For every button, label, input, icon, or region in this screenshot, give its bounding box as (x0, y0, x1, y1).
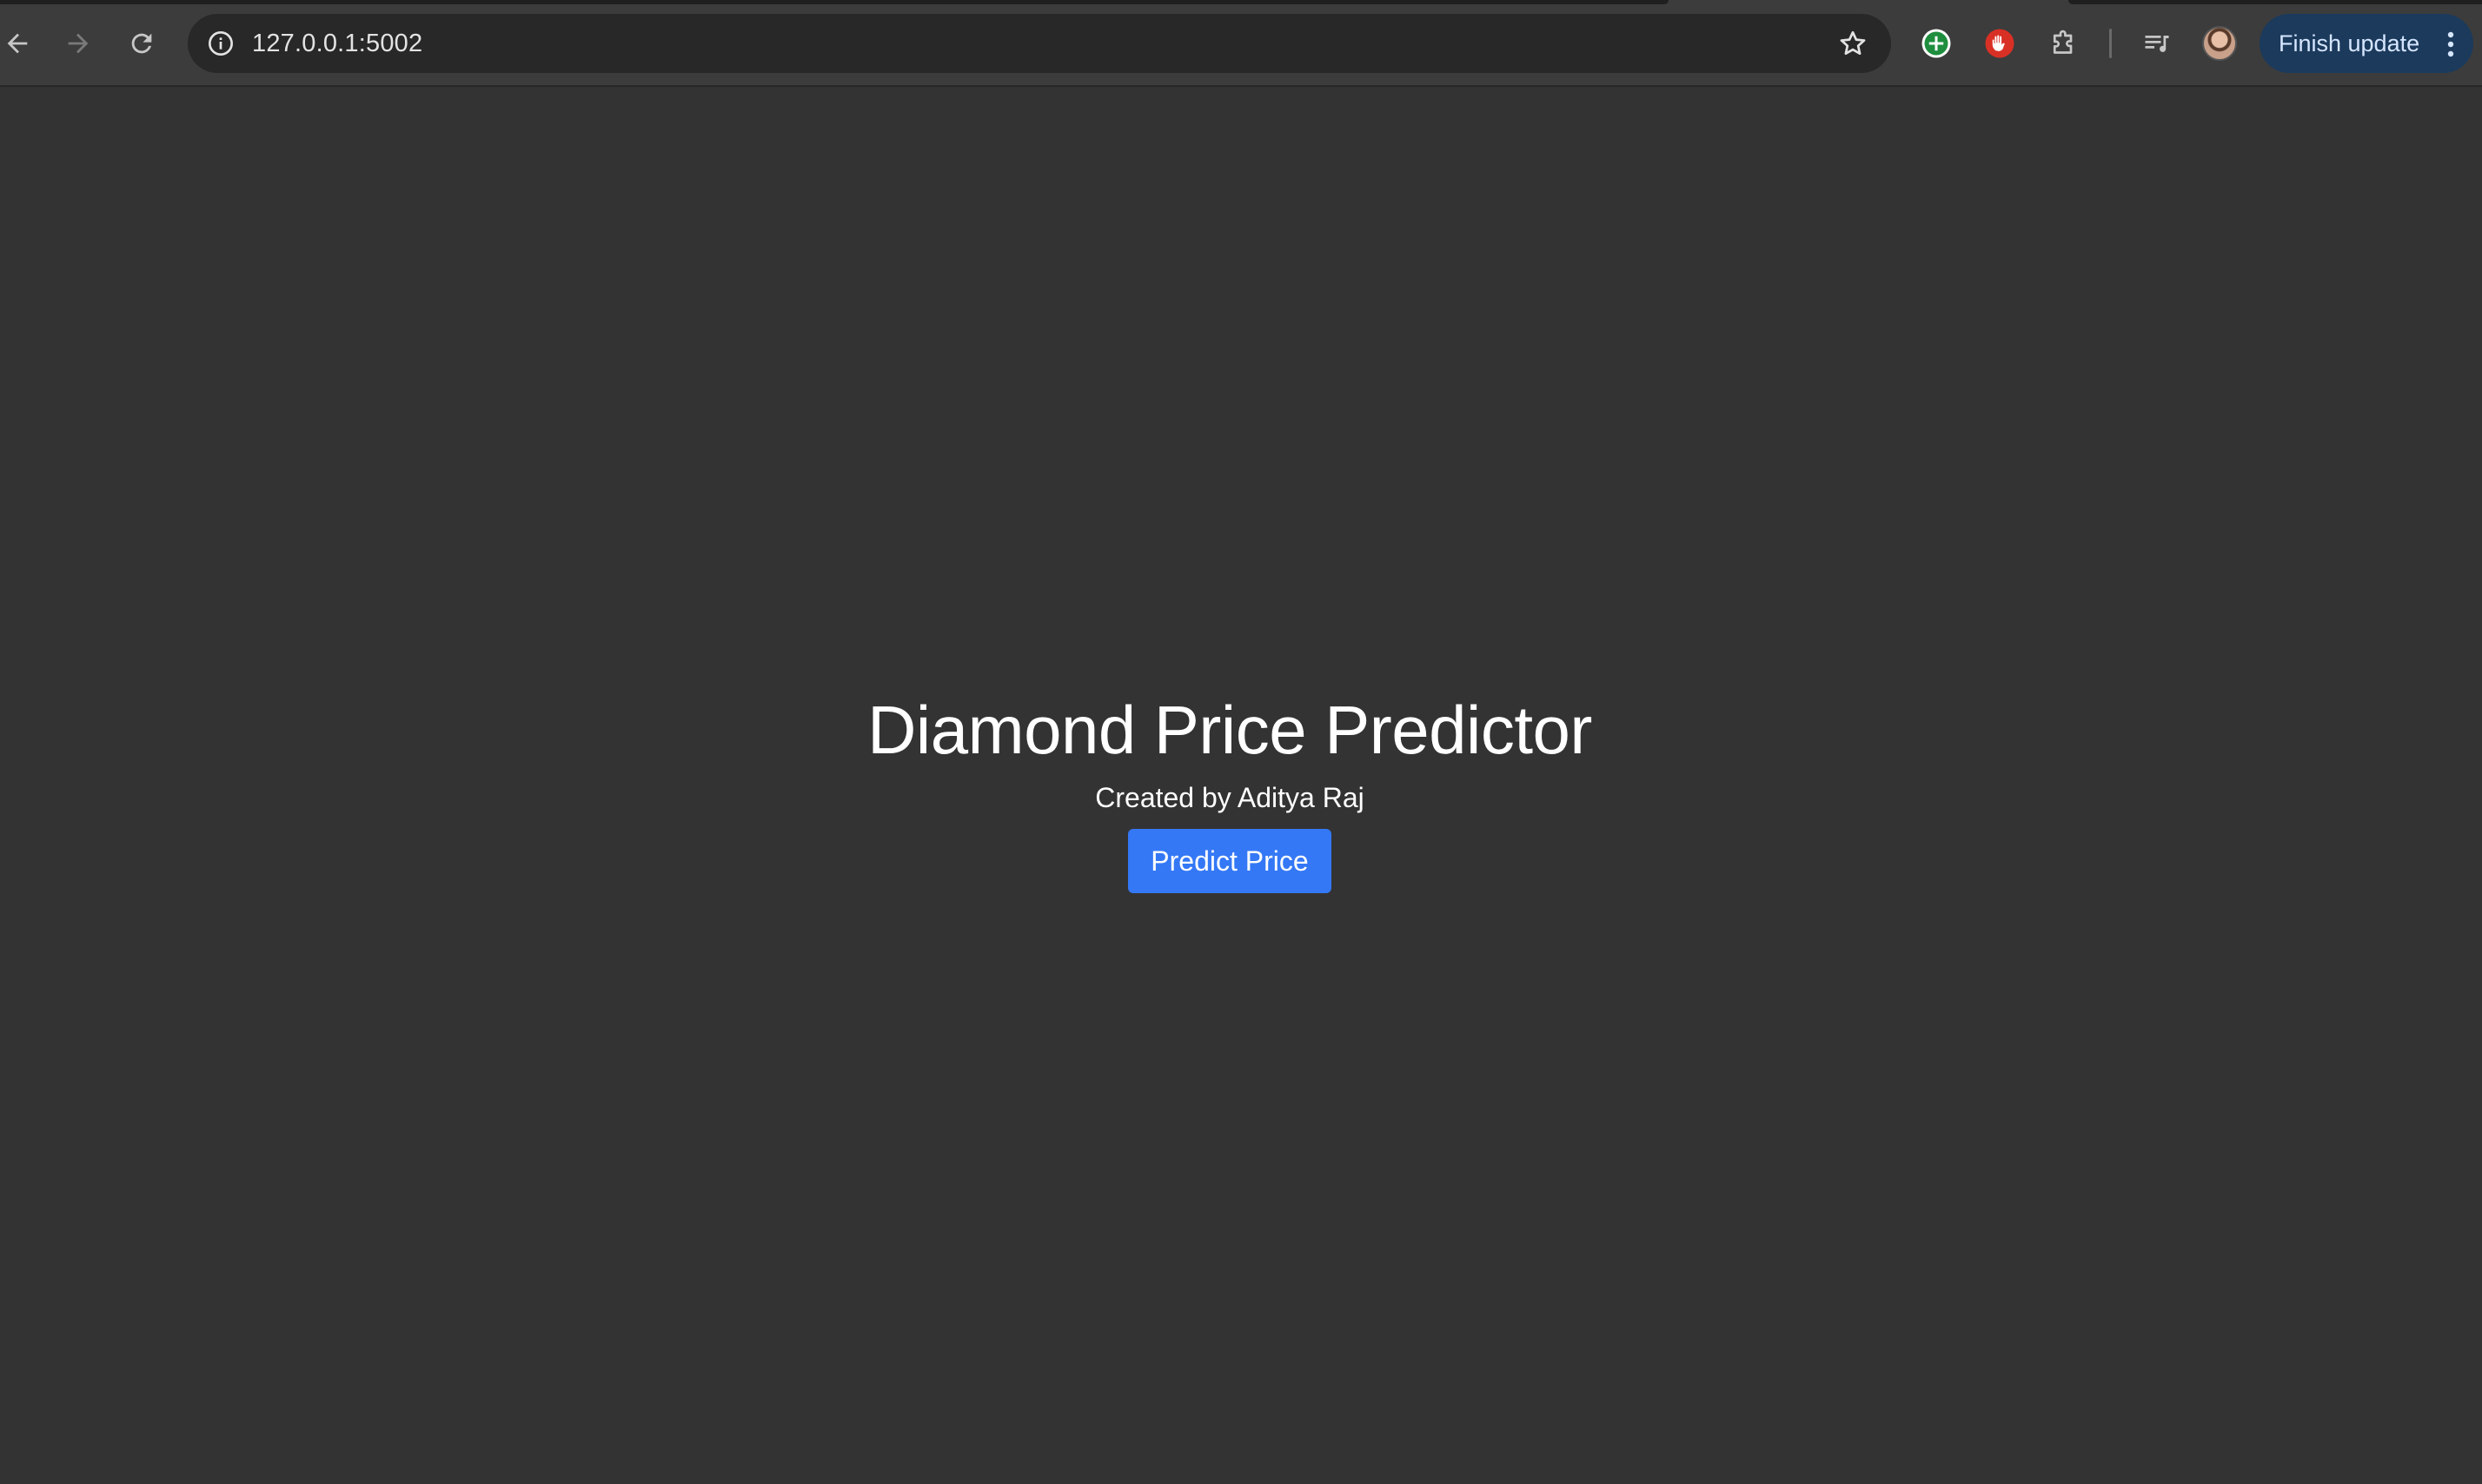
url-text[interactable]: 127.0.0.1:5002 (252, 14, 422, 73)
media-controls-button[interactable] (2138, 24, 2176, 63)
tab-strip-edge (0, 0, 1669, 4)
info-icon (209, 31, 233, 56)
finish-update-button[interactable]: Finish update (2260, 14, 2473, 73)
browser-toolbar: 127.0.0.1:5002 Finish update (0, 0, 2482, 87)
reload-button[interactable] (121, 23, 163, 64)
arrow-right-icon (68, 33, 89, 54)
page-content: Diamond Price Predictor Created by Adity… (0, 87, 2482, 1484)
star-icon (1840, 30, 1866, 56)
page-subtitle: Created by Aditya Raj (1095, 782, 1364, 813)
finish-update-label: Finish update (2279, 30, 2420, 56)
reload-icon (131, 33, 152, 54)
arrow-left-icon (7, 33, 28, 54)
extensions-button[interactable] (2044, 24, 2082, 63)
green-plus-icon (1921, 29, 1951, 58)
profile-avatar[interactable] (2202, 26, 2237, 61)
media-queue-icon (2145, 36, 2169, 52)
hero-section: Diamond Price Predictor Created by Adity… (0, 686, 2459, 893)
toolbar-divider (2109, 29, 2112, 58)
forward-button[interactable] (57, 23, 99, 64)
site-info-button[interactable] (202, 24, 240, 63)
address-bar[interactable]: 127.0.0.1:5002 (188, 14, 1891, 73)
more-vert-icon (2447, 31, 2454, 57)
extension-plus-button[interactable] (1917, 24, 1955, 63)
back-button[interactable] (0, 23, 38, 64)
red-hand-icon (1985, 29, 2014, 58)
predict-price-button[interactable]: Predict Price (1128, 829, 1331, 893)
page-title: Diamond Price Predictor (867, 692, 1592, 768)
bookmark-button[interactable] (1835, 26, 1870, 61)
puzzle-icon (2053, 30, 2073, 54)
extension-blocker-button[interactable] (1981, 24, 2019, 63)
tab-strip-edge-right (2068, 0, 2482, 4)
